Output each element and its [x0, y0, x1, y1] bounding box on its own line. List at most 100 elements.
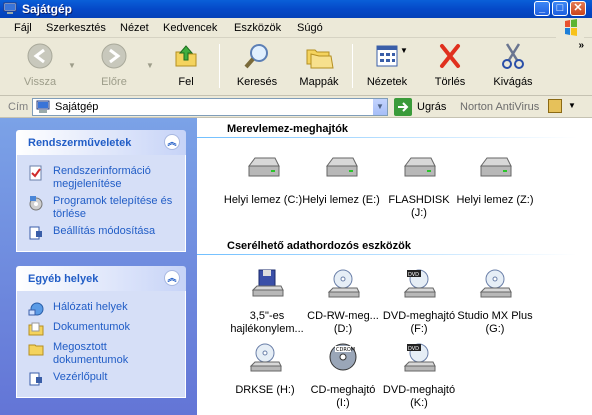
collapse-icon[interactable]: ︽: [164, 270, 180, 286]
hard-drive-icon: [480, 157, 512, 177]
delete-label: Törlés: [434, 76, 466, 88]
address-bar: Cím Sajátgép ▼ Ugrás Norton AntiVirus ▼: [0, 96, 592, 118]
go-label: Ugrás: [417, 101, 447, 113]
cut-button[interactable]: Kivágás: [488, 42, 538, 88]
collapse-icon[interactable]: ︽: [164, 134, 180, 150]
title-bar[interactable]: Sajátgép _ □ ✕: [0, 0, 592, 18]
folder-up-icon: [175, 45, 197, 67]
drive-label: DVD-meghajtó (F:): [382, 310, 456, 335]
menu-tools[interactable]: Eszközök: [234, 22, 281, 34]
drive-label: DRKSE (H:): [235, 384, 295, 396]
toolbar: Vissza ▼ Előre ▼ Fel Keresés Mappák Néze…: [0, 38, 592, 96]
drive-label: 3,5"-es hajlékonylem...: [230, 310, 304, 335]
menu-file[interactable]: Fájl: [14, 22, 32, 34]
svg-text:DVD: DVD: [408, 272, 419, 278]
drive-item[interactable]: FLASHDISK (J:): [379, 152, 459, 220]
drive-label: Helyi lemez (C:): [223, 194, 303, 206]
drive-label: FLASHDISK (J:): [388, 194, 450, 219]
cd-drive-icon: [327, 269, 360, 298]
menu-edit[interactable]: Szerkesztés: [46, 22, 106, 34]
norton-icon[interactable]: [548, 99, 562, 113]
place-documents-label: Dokumentumok: [53, 321, 131, 333]
hard-drive-icon: [404, 157, 436, 177]
toolbar-more-icon[interactable]: »: [578, 40, 584, 51]
system-tasks-header[interactable]: Rendszerműveletek ︽: [16, 130, 186, 155]
content-area: Merevlemez-meghajtók Helyi lemez (C:) He…: [197, 118, 592, 415]
removable-header: Cserélhető adathordozós eszközök: [227, 240, 411, 252]
documents-folder-icon: [28, 322, 44, 336]
folders-button[interactable]: Mappák: [294, 42, 344, 88]
task-add-remove-label: Programok telepítése és törlése: [53, 195, 173, 220]
my-computer-icon: [36, 100, 50, 113]
drive-item[interactable]: DVD DVD-meghajtó (F:): [379, 268, 459, 336]
other-places-panel: Egyéb helyek ︽ Hálózati helyek Dokumentu…: [16, 266, 186, 398]
norton-dropdown-icon[interactable]: ▼: [568, 101, 576, 110]
views-icon: [376, 45, 398, 67]
back-label: Vissza: [23, 76, 57, 88]
place-network-label: Hálózati helyek: [53, 301, 128, 313]
toolbar-separator: [219, 44, 220, 88]
windows-logo-icon: [556, 18, 584, 38]
floppy-drive-icon: [251, 269, 284, 297]
place-shared-documents[interactable]: Megosztott dokumentumok: [17, 341, 185, 367]
drive-item[interactable]: Studio MX Plus (G:): [455, 268, 535, 336]
my-computer-icon: [3, 2, 17, 14]
menu-favorites[interactable]: Kedvencek: [163, 22, 217, 34]
drive-item[interactable]: CDROM CD-meghajtó (I:): [303, 342, 383, 410]
task-change-setting[interactable]: Beállítás módosítása: [17, 225, 185, 241]
drive-item[interactable]: 3,5"-es hajlékonylem...: [227, 268, 307, 336]
task-system-info-label: Rendszerinformáció megjelenítése: [53, 165, 151, 190]
task-add-remove-programs[interactable]: Programok telepítése és törlése: [17, 195, 185, 221]
up-button[interactable]: Fel: [168, 42, 204, 88]
forward-arrow-icon: [101, 43, 127, 69]
minimize-button[interactable]: _: [534, 1, 550, 16]
svg-text:DVD: DVD: [408, 346, 419, 352]
dvd-drive-icon: DVD: [403, 269, 436, 298]
drive-item[interactable]: DRKSE (H:): [225, 342, 305, 397]
folders-icon: [306, 49, 334, 69]
drive-item[interactable]: DVD DVD-meghajtó (K:): [379, 342, 459, 410]
delete-icon: [440, 44, 460, 68]
group-divider: [197, 137, 577, 138]
shared-documents-folder-icon: [28, 344, 44, 356]
address-dropdown-icon[interactable]: ▼: [372, 99, 387, 115]
views-dropdown-icon[interactable]: ▼: [400, 46, 408, 55]
system-tasks-panel: Rendszerműveletek ︽ Rendszerinformáció m…: [16, 130, 186, 252]
cdrom-disc-icon: CDROM: [329, 343, 357, 371]
add-remove-programs-icon: [29, 196, 43, 211]
cut-label: Kivágás: [493, 76, 533, 88]
delete-button[interactable]: Törlés: [428, 42, 472, 88]
back-button[interactable]: Vissza: [20, 42, 60, 88]
address-field[interactable]: Sajátgép ▼: [32, 98, 388, 116]
back-dropdown-icon[interactable]: ▼: [68, 61, 76, 70]
hard-drive-icon: [326, 157, 358, 177]
svg-text:CDROM: CDROM: [336, 347, 355, 353]
hard-drives-header: Merevlemez-meghajtók: [227, 123, 349, 135]
drive-label: Helyi lemez (E:): [302, 194, 380, 206]
menu-help[interactable]: Súgó: [297, 22, 323, 34]
menu-bar: Fájl Szerkesztés Nézet Kedvencek Eszközö…: [0, 18, 592, 38]
window-title: Sajátgép: [22, 2, 73, 16]
search-button[interactable]: Keresés: [232, 42, 282, 88]
control-panel-icon: [29, 226, 42, 240]
menu-view[interactable]: Nézet: [120, 22, 149, 34]
drive-item[interactable]: CD-RW-meg... (D:): [303, 268, 383, 336]
drive-item[interactable]: Helyi lemez (E:): [301, 152, 381, 207]
place-documents[interactable]: Dokumentumok: [17, 321, 185, 337]
drive-item[interactable]: Helyi lemez (C:): [223, 152, 303, 207]
maximize-button[interactable]: □: [552, 1, 568, 16]
close-button[interactable]: ✕: [570, 1, 586, 16]
drive-item[interactable]: Helyi lemez (Z:): [455, 152, 535, 207]
search-label: Keresés: [236, 76, 278, 88]
system-tasks-title: Rendszerműveletek: [28, 137, 132, 149]
task-system-info[interactable]: Rendszerinformáció megjelenítése: [17, 165, 185, 191]
hard-drive-icon: [248, 157, 280, 177]
other-places-header[interactable]: Egyéb helyek ︽: [16, 266, 186, 291]
network-places-icon: [28, 302, 44, 316]
forward-button[interactable]: Előre: [94, 42, 134, 88]
place-network[interactable]: Hálózati helyek: [17, 301, 185, 317]
place-control-panel[interactable]: Vezérlőpult: [17, 371, 185, 387]
forward-dropdown-icon[interactable]: ▼: [146, 61, 154, 70]
norton-antivirus-label: Norton AntiVirus: [460, 101, 540, 113]
drive-label: CD-RW-meg... (D:): [307, 310, 379, 335]
